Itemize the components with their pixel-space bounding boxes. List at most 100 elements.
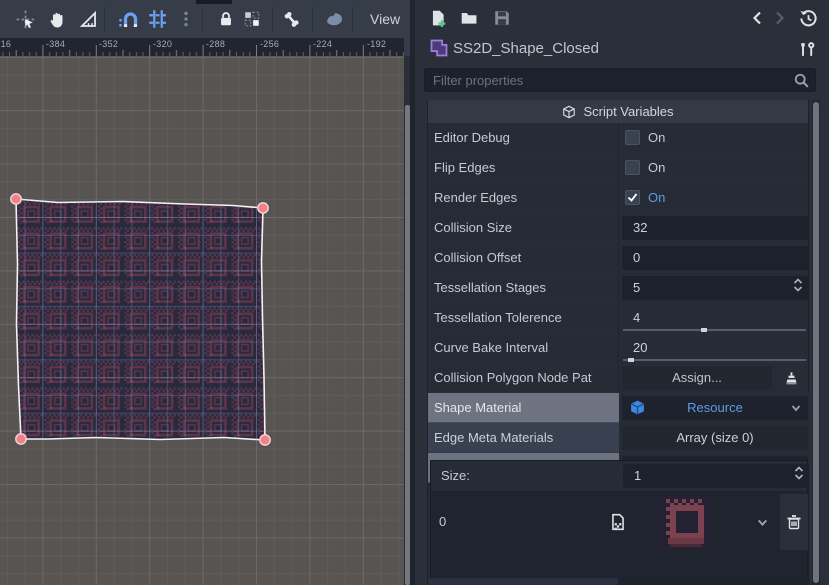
section-title: Script Variables (583, 104, 673, 119)
toolbar-separator (104, 6, 105, 32)
vertex-handle (11, 194, 21, 204)
texture-preview[interactable] (657, 494, 713, 550)
property-label: Shape Material (428, 393, 618, 423)
vertex-handle (260, 435, 270, 445)
toolbar-separator (272, 6, 273, 32)
array-size-label: Size: (431, 461, 621, 491)
toolbar-separator (312, 6, 313, 32)
collision-offset-input[interactable]: 0 (622, 246, 808, 270)
search-icon (793, 72, 810, 89)
filter-properties-box[interactable] (424, 68, 816, 92)
property-row-collision-polygon-node-path: Collision Polygon Node Pat Assign... (428, 363, 808, 393)
resource-cube-icon (629, 399, 646, 416)
checkbox-unchecked[interactable] (625, 130, 640, 145)
script-variables-icon (562, 105, 576, 119)
property-label: Collision Offset (428, 243, 618, 273)
slider-grabber[interactable] (628, 358, 634, 362)
property-row-editor-debug: Editor Debug On (428, 123, 808, 153)
skeleton-options-icon[interactable] (323, 9, 343, 29)
property-label: Edge Meta Materials (428, 423, 618, 453)
ruler-label: -224 (313, 39, 332, 49)
history-forward-icon[interactable] (769, 8, 789, 28)
history-back-icon[interactable] (748, 8, 768, 28)
property-label: Tessellation Stages (428, 273, 618, 303)
ruler-label: -320 (153, 39, 172, 49)
save-resource-icon[interactable] (492, 8, 512, 28)
curve-bake-interval-input[interactable]: 20 (622, 336, 808, 360)
ruler-label: -288 (206, 39, 225, 49)
inspector-content: Script Variables Editor Debug On Flip Ed… (427, 100, 809, 585)
group-icon[interactable] (242, 9, 262, 29)
collision-size-input[interactable]: 32 (622, 216, 808, 240)
chevron-down-icon (790, 402, 802, 414)
edge-meta-array-button[interactable]: Array (size 0) (622, 426, 808, 450)
property-label: Collision Polygon Node Pat (428, 363, 618, 393)
edit-history-icon[interactable] (798, 8, 818, 28)
resource-dropdown[interactable]: Resource (622, 396, 808, 420)
scrollbar-thumb[interactable] (813, 102, 819, 583)
snap-options-icon[interactable] (176, 9, 196, 29)
grid-snap-icon[interactable] (148, 9, 168, 29)
checkbox-label: On (648, 153, 665, 183)
property-label: Curve Bake Interval (428, 333, 618, 363)
array-size-row: Size: 1 (431, 461, 807, 491)
assign-button[interactable]: Assign... (622, 366, 772, 390)
vertex-handle (258, 203, 268, 213)
delete-item-button[interactable] (780, 494, 808, 550)
slider-grabber[interactable] (701, 328, 707, 332)
chevron-down-icon[interactable] (756, 516, 769, 529)
trash-icon (786, 514, 802, 531)
script-variables-header[interactable]: Script Variables (428, 100, 808, 123)
load-resource-icon[interactable] (459, 8, 479, 28)
tessellation-tolerence-input[interactable]: 4 (622, 306, 808, 330)
horizontal-ruler: -416 -384 -352 -320 -288 -256 -224 -192 (0, 38, 404, 56)
property-row-collision-size: Collision Size 32 (428, 213, 808, 243)
array-item-row: 0 (431, 491, 807, 584)
2d-viewport-pane: View -416 -384 - (0, 0, 415, 585)
ruler-label: -256 (260, 39, 279, 49)
pan-tool-icon[interactable] (47, 9, 67, 29)
property-row-curve-bake-interval: Curve Bake Interval 20 (428, 333, 808, 363)
toolbar-separator (352, 6, 353, 32)
inspector-scrollbar[interactable] (812, 100, 820, 585)
property-row-render-edges: Render Edges On (428, 183, 808, 213)
toolbar-separator (202, 6, 203, 32)
property-row-tessellation-stages: Tessellation Stages 5 (428, 273, 808, 303)
value-slider[interactable] (623, 359, 806, 361)
pick-node-button[interactable] (776, 366, 806, 390)
property-row-tessellation-tolerence: Tessellation Tolerence 4 (428, 303, 808, 333)
checkbox-label: On (648, 183, 665, 213)
tessellation-stages-input[interactable]: 5 (622, 276, 808, 300)
scrollbar-thumb[interactable] (405, 105, 410, 585)
bone-icon[interactable] (281, 9, 301, 29)
spinner-updown-icon[interactable] (792, 277, 804, 293)
checkbox-checked[interactable] (625, 190, 640, 205)
inspector-toolbar (415, 0, 829, 38)
property-label: Editor Debug (428, 123, 618, 153)
next-property-row-cut (428, 577, 810, 585)
new-resource-icon[interactable] (428, 8, 448, 28)
property-row-collision-offset: Collision Offset 0 (428, 243, 808, 273)
canvas[interactable] (0, 56, 404, 585)
property-label: Render Edges (428, 183, 618, 213)
edit-resource-icon[interactable] (609, 513, 627, 531)
value-slider[interactable] (623, 329, 806, 331)
ruler-label: -352 (99, 39, 118, 49)
filter-properties-input[interactable] (425, 69, 815, 91)
property-label: Collision Size (428, 213, 618, 243)
spinner-updown-icon[interactable] (793, 465, 805, 481)
checkbox-unchecked[interactable] (625, 160, 640, 175)
view-menu[interactable]: View (358, 0, 412, 38)
smart-snap-icon[interactable] (118, 9, 138, 29)
object-tools-icon[interactable] (797, 39, 817, 59)
lock-icon[interactable] (216, 9, 236, 29)
ruler-label: -384 (46, 39, 65, 49)
scene-tab-edge (196, 0, 232, 4)
array-item-index: 0 (439, 491, 446, 553)
list-select-tool-icon[interactable] (15, 9, 35, 29)
array-size-input[interactable]: 1 (623, 464, 809, 488)
property-row-edge-meta-materials[interactable]: Edge Meta Materials Array (size 0) (428, 423, 808, 453)
ruler-tool-icon[interactable] (78, 9, 98, 29)
property-row-shape-material[interactable]: Shape Material Resource (428, 393, 808, 423)
edited-object-title: SS2D_Shape_Closed (453, 40, 599, 57)
